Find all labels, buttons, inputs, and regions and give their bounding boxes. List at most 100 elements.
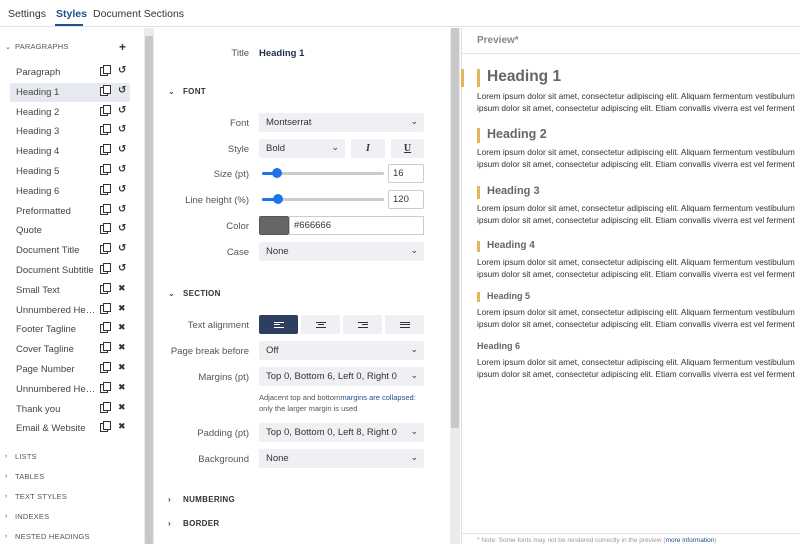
style-list-item[interactable]: Heading 2 ↺ xyxy=(10,103,130,122)
copy-icon[interactable] xyxy=(100,342,111,355)
preview-paragraph-line: Lorem ipsum dolor sit amet, consectetur … xyxy=(477,90,795,101)
reset-icon[interactable]: ↺ xyxy=(118,124,126,135)
background-select[interactable]: None ⌄ xyxy=(259,449,424,468)
left-scrollbar-thumb[interactable] xyxy=(145,36,153,544)
copy-icon[interactable] xyxy=(100,223,111,236)
align-right-button[interactable] xyxy=(343,315,382,334)
font-style-select[interactable]: Bold ⌄ xyxy=(259,139,345,158)
copy-icon[interactable] xyxy=(100,124,111,137)
collapsed-section-label: INDEXES xyxy=(15,512,50,521)
copy-icon[interactable] xyxy=(100,322,111,335)
numbering-section-header[interactable]: › NUMBERING xyxy=(168,495,235,504)
copy-icon[interactable] xyxy=(100,243,111,256)
copy-icon[interactable] xyxy=(100,164,111,177)
delete-icon[interactable]: ✖ xyxy=(118,322,126,333)
more-information-link[interactable]: more information xyxy=(666,537,715,544)
reset-icon[interactable]: ↺ xyxy=(118,223,126,234)
copy-icon[interactable] xyxy=(100,263,111,276)
collapsed-section-header[interactable]: › TABLES xyxy=(5,472,44,481)
align-justify-button[interactable] xyxy=(385,315,424,334)
style-list-item[interactable]: Document Title ↺ xyxy=(10,241,130,260)
delete-icon[interactable]: ✖ xyxy=(118,421,126,432)
size-input[interactable]: 16 xyxy=(388,164,424,183)
style-list-item[interactable]: Cover Tagline ✖ xyxy=(10,340,130,359)
tab-document-sections[interactable]: Document Sections xyxy=(93,8,184,20)
section-section-header[interactable]: ⌄ SECTION xyxy=(168,289,221,298)
reset-icon[interactable]: ↺ xyxy=(118,85,126,96)
style-list-item[interactable]: Paragraph ↺ xyxy=(10,63,130,82)
reset-icon[interactable]: ↺ xyxy=(118,65,126,76)
reset-icon[interactable]: ↺ xyxy=(118,105,126,116)
copy-icon[interactable] xyxy=(100,282,111,296)
copy-icon[interactable] xyxy=(100,302,111,316)
reset-icon[interactable]: ↺ xyxy=(118,263,126,274)
reset-icon[interactable]: ↺ xyxy=(118,204,126,215)
style-list-item[interactable]: Thank you ✖ xyxy=(10,400,130,419)
reset-icon[interactable]: ↺ xyxy=(118,164,126,175)
align-right-icon xyxy=(357,320,368,329)
copy-icon[interactable] xyxy=(100,84,111,98)
style-list-item[interactable]: Footer Tagline ✖ xyxy=(10,320,130,339)
copy-icon[interactable] xyxy=(100,65,111,78)
copy-icon[interactable] xyxy=(100,183,111,197)
style-list-item[interactable]: Unnumbered Heading ✖ xyxy=(10,380,130,399)
style-item-label: Heading 4 xyxy=(16,146,60,158)
style-list-item[interactable]: Heading 1 ↺ xyxy=(10,82,130,102)
delete-icon[interactable]: ✖ xyxy=(118,362,126,373)
align-left-button[interactable] xyxy=(259,315,298,334)
padding-select[interactable]: Top 0, Bottom 0, Left 8, Right 0 ⌄ xyxy=(259,423,424,442)
delete-icon[interactable]: ✖ xyxy=(118,382,126,393)
copy-icon[interactable] xyxy=(100,144,111,157)
border-section-header[interactable]: › BORDER xyxy=(168,519,219,528)
style-list-item[interactable]: Heading 3 ↺ xyxy=(10,122,130,141)
style-list-item[interactable]: Document Subtitle ↺ xyxy=(10,261,130,280)
reset-icon[interactable]: ↺ xyxy=(118,184,126,195)
copy-icon[interactable] xyxy=(100,401,111,415)
delete-icon[interactable]: ✖ xyxy=(118,283,126,294)
delete-icon[interactable]: ✖ xyxy=(118,303,126,314)
italic-button[interactable]: I xyxy=(351,139,385,158)
page-break-select[interactable]: Off ⌄ xyxy=(259,341,424,360)
line-height-slider-thumb[interactable] xyxy=(272,194,283,204)
font-section-header[interactable]: ⌄ FONT xyxy=(168,87,206,96)
style-list-item[interactable]: Preformatted ↺ xyxy=(10,202,130,221)
tab-settings[interactable]: Settings xyxy=(8,8,46,20)
color-input[interactable]: #666666 xyxy=(289,216,424,235)
copy-icon[interactable] xyxy=(100,203,111,217)
style-list-item[interactable]: Heading 5 ↺ xyxy=(10,162,130,181)
case-select[interactable]: None ⌄ xyxy=(259,242,424,261)
copy-icon[interactable] xyxy=(100,104,111,118)
tab-styles[interactable]: Styles xyxy=(56,8,87,20)
align-center-button[interactable] xyxy=(301,315,340,334)
style-list-item[interactable]: Page Number ✖ xyxy=(10,360,130,379)
style-item-label: Page Number xyxy=(16,364,75,375)
delete-icon[interactable]: ✖ xyxy=(118,342,126,353)
style-list-item[interactable]: Unnumbered Heading ✖ xyxy=(10,301,130,320)
reset-icon[interactable]: ↺ xyxy=(118,243,126,254)
margins-collapsed-link[interactable]: margins are collapsed xyxy=(340,393,413,402)
underline-button[interactable]: U xyxy=(391,139,424,158)
copy-icon[interactable] xyxy=(100,381,111,395)
paragraphs-section-header[interactable]: ⌄ PARAGRAPHS xyxy=(5,42,69,51)
copy-icon[interactable] xyxy=(100,421,111,434)
copy-icon[interactable] xyxy=(100,362,111,375)
style-list-item[interactable]: Heading 4 ↺ xyxy=(10,142,130,161)
collapsed-section-header[interactable]: › NESTED HEADINGS xyxy=(5,532,90,541)
collapsed-section-header[interactable]: › LISTS xyxy=(5,452,37,461)
font-select[interactable]: Montserrat ⌄ xyxy=(259,113,424,132)
margins-select[interactable]: Top 0, Bottom 6, Left 0, Right 0 ⌄ xyxy=(259,367,424,386)
editor-scrollbar-thumb[interactable] xyxy=(451,28,459,428)
reset-icon[interactable]: ↺ xyxy=(118,144,126,155)
style-list-item[interactable]: Heading 6 ↺ xyxy=(10,182,130,201)
style-list-item[interactable]: Small Text ✖ xyxy=(10,281,130,300)
background-value: None xyxy=(266,453,289,464)
size-slider-thumb[interactable] xyxy=(271,168,282,178)
add-style-button[interactable]: + xyxy=(119,40,126,54)
style-list-item[interactable]: Quote ↺ xyxy=(10,221,130,240)
collapsed-section-header[interactable]: › INDEXES xyxy=(5,512,49,521)
style-list-item[interactable]: Email & Website ✖ xyxy=(10,419,130,438)
line-height-input[interactable]: 120 xyxy=(388,190,424,209)
collapsed-section-header[interactable]: › TEXT STYLES xyxy=(5,492,67,501)
color-swatch[interactable] xyxy=(259,216,289,235)
delete-icon[interactable]: ✖ xyxy=(118,402,126,413)
